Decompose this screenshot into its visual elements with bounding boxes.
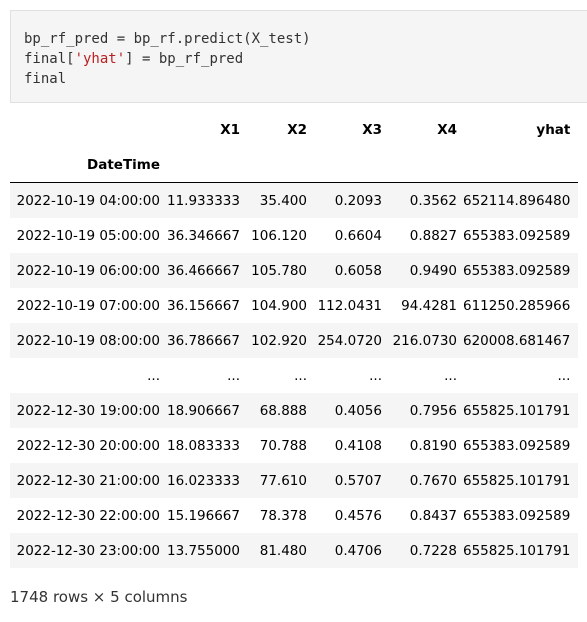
table-cell: 0.3562 [409, 192, 457, 209]
table-cell: 620008.681467 [463, 332, 571, 349]
table-cell: 13.755000 [166, 542, 240, 559]
table-row: 2022-10-19 05:00:00 36.346667 106.120 0.660… [10, 218, 579, 253]
table-cell: 11.933333 [166, 192, 240, 209]
column-header-yhat: yhat [536, 121, 571, 138]
table-cell: 0.2093 [334, 192, 382, 209]
table-cell: 655825.101791 [463, 402, 571, 419]
table-cell: 655825.101791 [463, 542, 571, 559]
dataframe-shape-summary: 1748 rows × 5 columns [10, 588, 188, 606]
code-line-3: final [24, 71, 67, 87]
table-row: 2022-12-30 22:00:00 15.196667 78.378 0.4576… [10, 498, 579, 533]
table-cell: 0.7228 [409, 542, 457, 559]
table-cell: 81.480 [259, 542, 307, 559]
table-cell: 106.120 [251, 227, 307, 244]
table-cell: 78.378 [259, 507, 307, 524]
row-index: 2022-12-30 22:00:00 [16, 507, 160, 524]
string-literal: 'yhat' [74, 51, 126, 67]
table-cell: 68.888 [259, 402, 307, 419]
table-cell: ... [294, 367, 307, 384]
column-header-x2: X2 [287, 121, 307, 138]
table-cell: 0.5707 [334, 472, 382, 489]
table-row: 2022-12-30 19:00:00 18.906667 68.888 0.4056… [10, 393, 579, 428]
table-cell: 611250.285966 [463, 297, 571, 314]
dataframe-table: X1 X2 X3 X4 yhat DateTime 2022-10-19 04:… [10, 112, 579, 568]
row-index: 2022-12-30 19:00:00 [16, 402, 160, 419]
table-row: 2022-10-19 07:00:00 36.156667 104.900 112.0… [10, 288, 579, 323]
column-header-x3: X3 [362, 121, 382, 138]
table-cell: 0.8437 [409, 507, 457, 524]
table-cell: ... [369, 367, 382, 384]
table-body: 2022-10-19 04:00:00 11.933333 35.400 0.2093… [10, 182, 579, 568]
table-cell: 0.4056 [334, 402, 382, 419]
row-index: 2022-12-30 21:00:00 [16, 472, 160, 489]
table-cell: 655383.092589 [463, 227, 571, 244]
code-cell[interactable]: bp_rf_pred = bp_rf.predict(X_test) final… [10, 10, 587, 103]
row-index: 2022-10-19 08:00:00 [16, 332, 160, 349]
index-name-row: DateTime [10, 147, 579, 183]
table-cell: 0.9490 [409, 262, 457, 279]
table-cell: 254.0720 [317, 332, 382, 349]
table-cell: 77.610 [259, 472, 307, 489]
table-cell: 216.0730 [392, 332, 457, 349]
code-editor[interactable]: bp_rf_pred = bp_rf.predict(X_test) final… [24, 29, 311, 89]
table-cell: 0.8190 [409, 437, 457, 454]
table-cell: 94.4281 [401, 297, 457, 314]
table-cell: 0.7956 [409, 402, 457, 419]
row-index: 2022-10-19 07:00:00 [16, 297, 160, 314]
table-cell: 655383.092589 [463, 507, 571, 524]
code-line-2: final['yhat'] = bp_rf_pred [24, 51, 244, 67]
table-cell: 36.156667 [166, 297, 240, 314]
table-cell: 652114.896480 [463, 192, 571, 209]
table-cell: 18.083333 [166, 437, 240, 454]
table-cell: 0.4706 [334, 542, 382, 559]
table-cell: 70.788 [259, 437, 307, 454]
table-cell: 0.6604 [334, 227, 382, 244]
table-cell: 0.4576 [334, 507, 382, 524]
table-cell: ... [557, 367, 571, 384]
table-cell: 36.786667 [166, 332, 240, 349]
table-cell: 0.7670 [409, 472, 457, 489]
table-cell: ... [444, 367, 457, 384]
row-index: 2022-10-19 06:00:00 [16, 262, 160, 279]
table-cell: 104.900 [251, 297, 307, 314]
table-cell: 36.346667 [166, 227, 240, 244]
table-cell: 18.906667 [166, 402, 240, 419]
table-cell: 102.920 [251, 332, 307, 349]
code-line-1: bp_rf_pred = bp_rf.predict(X_test) [24, 31, 311, 47]
table-cell: 655825.101791 [463, 472, 571, 489]
table-cell: 35.400 [259, 192, 307, 209]
table-row: 2022-10-19 04:00:00 11.933333 35.400 0.2093… [10, 182, 579, 218]
table-cell: 0.8827 [409, 227, 457, 244]
table-row: 2022-12-30 21:00:00 16.023333 77.610 0.5707… [10, 463, 579, 498]
table-cell: 655383.092589 [463, 437, 571, 454]
table-cell: 0.4108 [334, 437, 382, 454]
table-row: .................. [10, 358, 579, 393]
table-cell: 16.023333 [166, 472, 240, 489]
table-row: 2022-10-19 08:00:00 36.786667 102.920 254.0… [10, 323, 579, 358]
table-row: 2022-12-30 20:00:00 18.083333 70.788 0.4108… [10, 428, 579, 463]
table-cell: 36.466667 [166, 262, 240, 279]
index-name: DateTime [10, 147, 166, 183]
row-index: 2022-10-19 04:00:00 [16, 192, 160, 209]
row-index: ... [147, 367, 160, 384]
table-cell: 0.6058 [334, 262, 382, 279]
index-corner [10, 112, 166, 147]
table-row: 2022-12-30 23:00:00 13.755000 81.480 0.4706… [10, 533, 579, 568]
table-cell: 655383.092589 [463, 262, 571, 279]
table-cell: 112.0431 [317, 297, 382, 314]
table-cell: 15.196667 [166, 507, 240, 524]
row-index: 2022-10-19 05:00:00 [16, 227, 160, 244]
row-index: 2022-12-30 23:00:00 [16, 542, 160, 559]
column-header-x1: X1 [220, 121, 240, 138]
column-header-x4: X4 [437, 121, 457, 138]
table-row: 2022-10-19 06:00:00 36.466667 105.780 0.605… [10, 253, 579, 288]
table-cell: ... [227, 367, 240, 384]
column-header-row: X1 X2 X3 X4 yhat [10, 112, 578, 147]
row-index: 2022-12-30 20:00:00 [16, 437, 160, 454]
table-cell: 105.780 [251, 262, 307, 279]
